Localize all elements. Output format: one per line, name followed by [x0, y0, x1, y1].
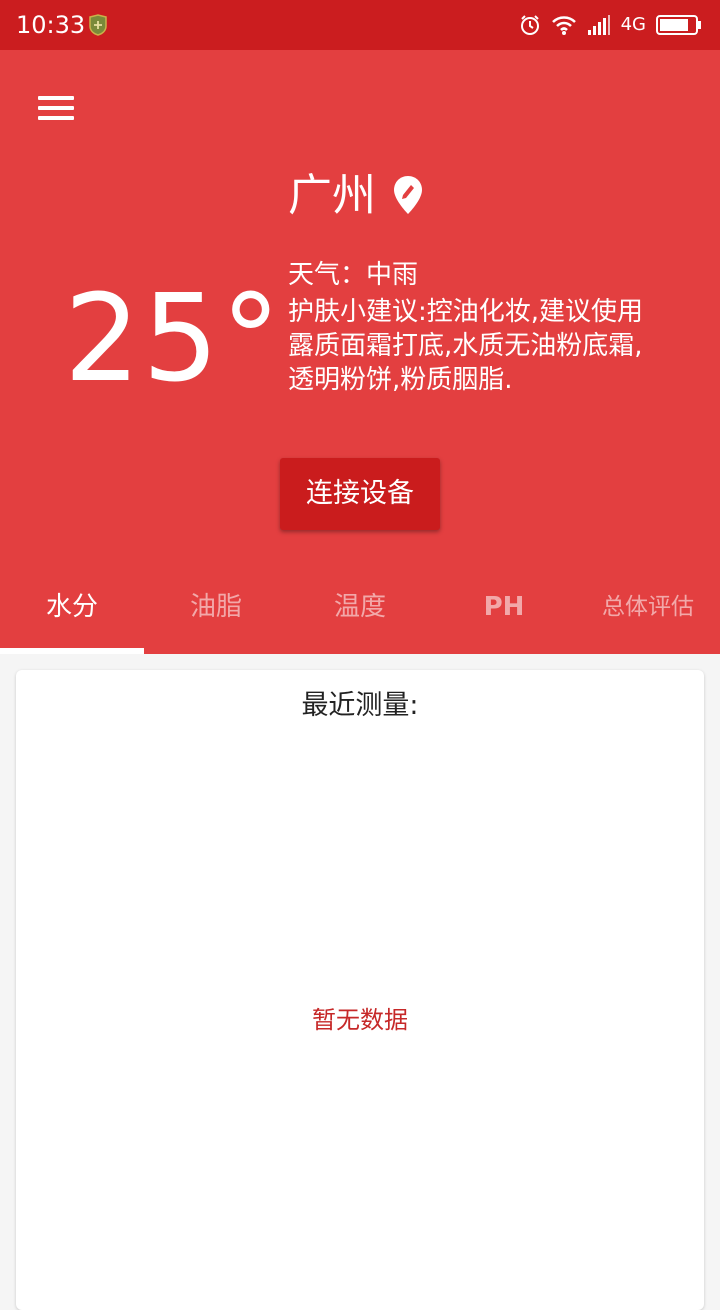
network-label: 4G: [620, 14, 646, 35]
signal-icon: [587, 15, 610, 35]
weather-condition: 天气：中雨: [288, 260, 419, 290]
alarm-icon: [520, 15, 539, 35]
tab-oil[interactable]: 油脂: [144, 574, 288, 654]
status-time: 10:33: [16, 11, 86, 39]
status-bar: 10:33 4G: [0, 0, 720, 50]
status-icons: 4G: [519, 10, 702, 40]
card-title: 最近测量:: [301, 690, 419, 721]
empty-state-text: 暂无数据: [312, 1006, 408, 1034]
shield-icon: [89, 14, 107, 36]
measurement-card: 最近测量: 暂无数据: [16, 670, 704, 1310]
menu-icon[interactable]: [36, 94, 76, 122]
city-name[interactable]: 广州: [288, 166, 376, 226]
wifi-icon: [551, 16, 576, 35]
tab-temperature[interactable]: 温度: [288, 574, 432, 654]
battery-icon: [656, 15, 701, 35]
weather-header: 广州 25° 天气：中雨 护肤小建议:控油化妆,建议使用露质面霜打底,水质无油粉…: [0, 50, 720, 654]
skincare-advice: 护肤小建议:控油化妆,建议使用露质面霜打底,水质无油粉底霜,透明粉饼,粉质胭脂.: [288, 297, 644, 395]
tab-moisture[interactable]: 水分: [0, 574, 144, 654]
connect-device-button[interactable]: 连接设备: [280, 458, 440, 530]
content-area: 最近测量: 暂无数据: [0, 654, 720, 1310]
tab-ph[interactable]: PH: [432, 574, 576, 654]
tab-bar: 水分 油脂 温度 PH 总体评估: [0, 574, 720, 654]
map-pin-edit-icon[interactable]: [392, 174, 424, 216]
temperature: 25°: [64, 270, 283, 409]
tab-overall[interactable]: 总体评估: [576, 574, 720, 654]
